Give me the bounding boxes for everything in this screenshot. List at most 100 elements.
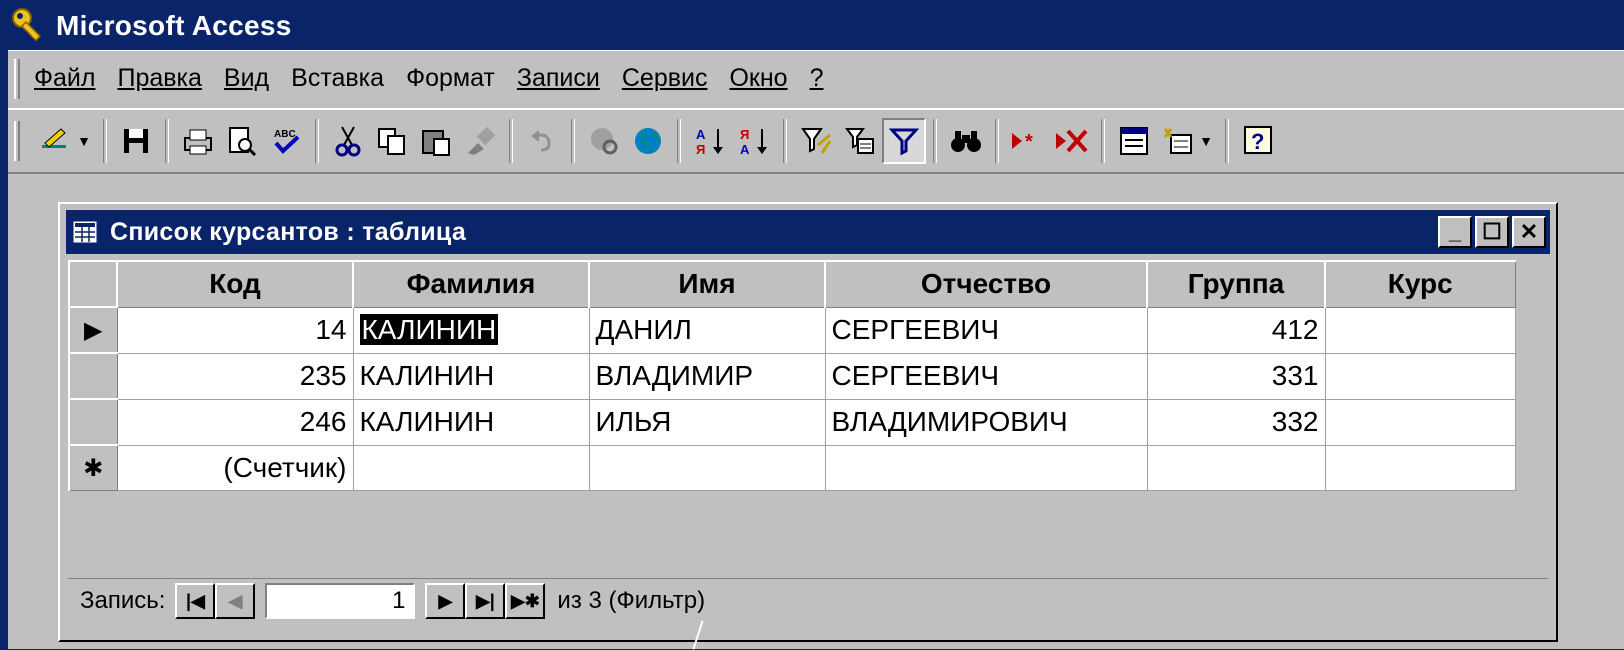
next-record-button[interactable]: ▶ bbox=[425, 583, 466, 619]
menu-insert[interactable]: Вставка bbox=[291, 64, 384, 93]
help-button[interactable]: ? bbox=[1236, 118, 1280, 164]
hyperlink-button[interactable] bbox=[582, 118, 626, 164]
menu-view[interactable]: Вид bbox=[224, 64, 269, 93]
cell-code[interactable]: 14 bbox=[116, 306, 354, 354]
cell-surname[interactable]: КАЛИНИН bbox=[352, 306, 590, 354]
svg-text:A: A bbox=[740, 142, 750, 157]
column-header-surname[interactable]: Фамилия bbox=[352, 260, 590, 308]
paste-icon bbox=[422, 130, 450, 156]
save-button[interactable] bbox=[114, 118, 158, 164]
filter-by-selection-button[interactable] bbox=[794, 118, 838, 164]
menu-help[interactable]: ? bbox=[810, 64, 824, 93]
cell-patronymic[interactable]: ВЛАДИМИРОВИЧ bbox=[824, 398, 1148, 446]
menu-view-label: Вид bbox=[223, 64, 270, 92]
menu-records[interactable]: Записи bbox=[517, 64, 600, 93]
cell-name[interactable] bbox=[588, 444, 826, 491]
svg-text:Я: Я bbox=[696, 142, 705, 157]
web-toolbar-icon bbox=[635, 128, 661, 154]
cell-name[interactable]: ВЛАДИМИР bbox=[588, 352, 826, 400]
record-selector[interactable] bbox=[68, 398, 118, 446]
format-painter-button[interactable] bbox=[458, 118, 502, 164]
filter-by-selection-icon bbox=[801, 128, 832, 154]
new-record-selector[interactable]: ✱ bbox=[68, 444, 118, 491]
menu-window[interactable]: Окно bbox=[729, 64, 787, 93]
cell-patronymic[interactable]: СЕРГЕЕВИЧ bbox=[824, 306, 1148, 354]
properties-button[interactable] bbox=[1112, 118, 1156, 164]
toolbar-separator bbox=[1101, 119, 1105, 163]
cell-name[interactable]: ИЛЬЯ bbox=[588, 398, 826, 446]
print-button[interactable] bbox=[176, 118, 220, 164]
find-icon bbox=[951, 131, 981, 152]
cell-surname[interactable]: КАЛИНИН bbox=[352, 352, 590, 400]
menu-tools[interactable]: Сервис bbox=[622, 64, 708, 93]
help-icon: ? bbox=[1244, 126, 1272, 154]
print-preview-button[interactable] bbox=[220, 118, 264, 164]
new-record-button[interactable]: * bbox=[1006, 118, 1050, 164]
cell-patronymic[interactable]: СЕРГЕЕВИЧ bbox=[824, 352, 1148, 400]
column-header-patronymic[interactable]: Отчество bbox=[824, 260, 1148, 308]
sort-descending-button[interactable]: ЯA bbox=[732, 118, 776, 164]
table-row: 246 КАЛИНИН ИЛЬЯ ВЛАДИМИРОВИЧ 332 bbox=[68, 398, 1516, 446]
cell-group[interactable] bbox=[1146, 444, 1326, 491]
cell-name[interactable]: ДАНИЛ bbox=[588, 306, 826, 354]
current-record-input[interactable] bbox=[265, 583, 416, 619]
menu-edit[interactable]: Правка bbox=[117, 64, 201, 93]
cell-group[interactable]: 332 bbox=[1146, 398, 1326, 446]
close-button[interactable]: ✕ bbox=[1512, 216, 1546, 248]
column-header-course[interactable]: Курс bbox=[1324, 260, 1516, 308]
record-navigation-bar: Запись: |◀ ◀ ▶ ▶| ▶✱ из 3 (Фильтр) bbox=[68, 578, 1548, 623]
delete-record-button[interactable] bbox=[1050, 118, 1094, 164]
column-header-group[interactable]: Группа bbox=[1146, 260, 1326, 308]
copy-button[interactable] bbox=[370, 118, 414, 164]
corner-selector[interactable] bbox=[68, 260, 118, 308]
last-record-button[interactable]: ▶| bbox=[465, 583, 506, 619]
cut-button[interactable] bbox=[326, 118, 370, 164]
first-record-button[interactable]: |◀ bbox=[175, 583, 216, 619]
cell-patronymic[interactable] bbox=[824, 444, 1148, 491]
maximize-button[interactable]: ☐ bbox=[1475, 216, 1509, 248]
minimize-button[interactable]: _ bbox=[1438, 216, 1472, 248]
new-object-icon bbox=[1163, 128, 1193, 154]
find-button[interactable] bbox=[944, 118, 988, 164]
cell-group[interactable]: 331 bbox=[1146, 352, 1326, 400]
design-view-button[interactable]: ▼ bbox=[34, 118, 96, 164]
column-header-name[interactable]: Имя bbox=[588, 260, 826, 308]
format-painter-icon bbox=[468, 126, 496, 155]
undo-button[interactable] bbox=[520, 118, 564, 164]
toolbar-separator bbox=[103, 119, 107, 163]
apply-filter-button[interactable] bbox=[882, 118, 926, 164]
svg-text:Я: Я bbox=[740, 127, 749, 142]
cell-surname[interactable]: КАЛИНИН bbox=[352, 398, 590, 446]
cell-group[interactable]: 412 bbox=[1146, 306, 1326, 354]
table-window-title-bar[interactable]: Список курсантов : таблица _ ☐ ✕ bbox=[66, 210, 1550, 254]
table-row: ▶ 14 КАЛИНИН ДАНИЛ СЕРГЕЕВИЧ 412 bbox=[68, 306, 1516, 354]
new-object-button[interactable]: ▼ bbox=[1156, 118, 1218, 164]
properties-icon bbox=[1120, 127, 1148, 155]
cell-course[interactable] bbox=[1324, 352, 1516, 400]
web-toolbar-button[interactable] bbox=[626, 118, 670, 164]
cell-code[interactable]: 235 bbox=[116, 352, 354, 400]
access-app-window: Microsoft Access Файл Правка Вид Вставка… bbox=[8, 0, 1624, 649]
cell-surname[interactable] bbox=[352, 444, 590, 491]
chevron-down-icon: ▼ bbox=[1199, 133, 1213, 149]
toolbar: ▼ ABC A Я Я A * ▼ ? bbox=[8, 108, 1624, 174]
menu-format[interactable]: Формат bbox=[406, 64, 495, 93]
cell-course[interactable] bbox=[1324, 398, 1516, 446]
paste-button[interactable] bbox=[414, 118, 458, 164]
cell-course[interactable] bbox=[1324, 306, 1516, 354]
cell-code[interactable]: 246 bbox=[116, 398, 354, 446]
spelling-button[interactable]: ABC bbox=[264, 118, 308, 164]
cell-code-autonumber[interactable]: (Счетчик) bbox=[116, 444, 354, 491]
menu-file[interactable]: Файл bbox=[34, 64, 95, 93]
record-selector-current[interactable]: ▶ bbox=[68, 306, 118, 354]
previous-record-button[interactable]: ◀ bbox=[215, 583, 256, 619]
menubar-grip[interactable] bbox=[14, 58, 20, 99]
new-record-nav-button[interactable]: ▶✱ bbox=[505, 583, 546, 619]
cut-icon bbox=[335, 126, 361, 157]
toolbar-grip[interactable] bbox=[14, 121, 20, 161]
column-header-code[interactable]: Код bbox=[116, 260, 354, 308]
sort-ascending-button[interactable]: AЯ bbox=[688, 118, 732, 164]
cell-course[interactable] bbox=[1324, 444, 1516, 491]
filter-by-form-button[interactable] bbox=[838, 118, 882, 164]
record-selector[interactable] bbox=[68, 352, 118, 400]
